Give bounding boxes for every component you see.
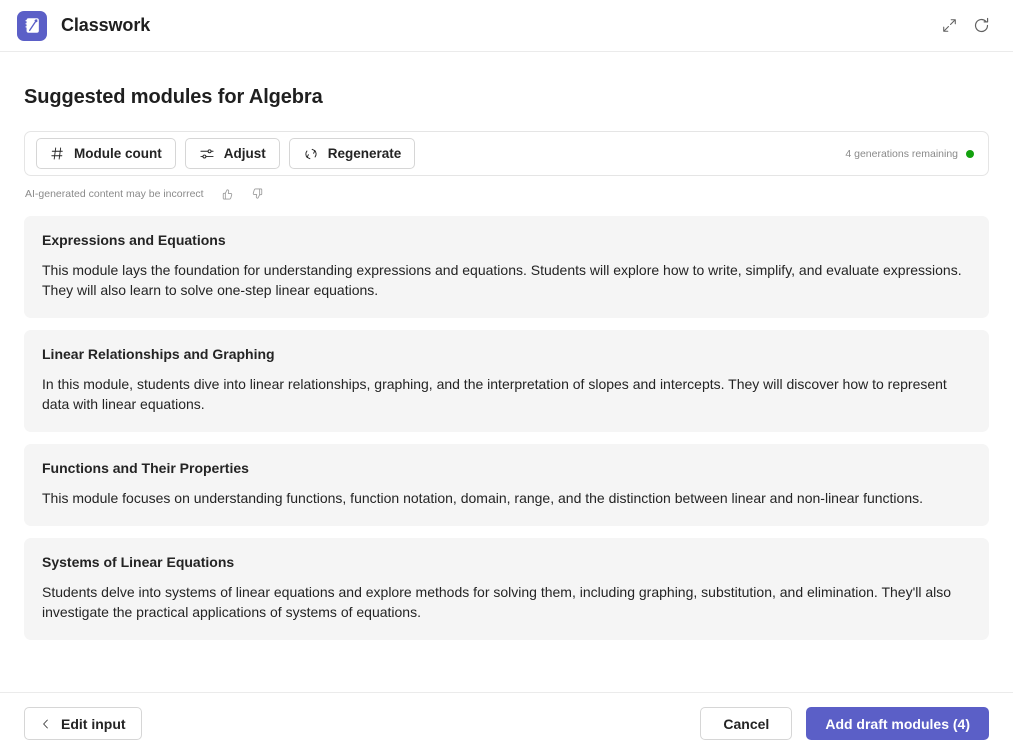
status-dot-icon: [966, 149, 974, 158]
module-count-label: Module count: [74, 146, 162, 161]
ai-disclaimer: AI-generated content may be incorrect: [24, 184, 989, 204]
module-card-title: Linear Relationships and Graphing: [42, 346, 275, 363]
module-card-title: Functions and Their Properties: [42, 460, 249, 477]
regenerate-button[interactable]: Regenerate: [288, 138, 416, 169]
dialog-footer: Edit input Cancel Add draft modules (4): [0, 692, 1013, 754]
number-sign-icon: [50, 146, 65, 161]
thumb-dislike-icon[interactable]: [247, 184, 267, 204]
toolbar-button-group: Module count Adjust Regenerate: [36, 138, 416, 169]
adjust-label: Adjust: [223, 146, 266, 161]
app-header: Classwork: [0, 0, 1013, 52]
generations-remaining-label: 4 generations remaining: [845, 147, 958, 160]
add-draft-modules-button[interactable]: Add draft modules (4): [806, 707, 989, 740]
module-card-description: This module focuses on understanding fun…: [42, 490, 924, 507]
module-card[interactable]: Linear Relationships and Graphing In thi…: [24, 330, 989, 433]
module-card[interactable]: Functions and Their Properties This modu…: [24, 444, 989, 527]
suggested-modules-list[interactable]: Expressions and Equations This module la…: [24, 216, 989, 692]
module-card[interactable]: Expressions and Equations This module la…: [24, 216, 989, 319]
adjust-button[interactable]: Adjust: [184, 138, 280, 169]
module-card-description: Students delve into systems of linear eq…: [42, 584, 952, 621]
module-card-description: This module lays the foundation for unde…: [42, 262, 962, 299]
ai-disclaimer-label: AI-generated content may be incorrect: [25, 188, 204, 200]
cancel-button[interactable]: Cancel: [700, 707, 793, 740]
page-title: Suggested modules for Algebra: [24, 86, 323, 108]
app-title: Classwork: [61, 15, 151, 35]
edit-input-label: Edit input: [61, 715, 126, 732]
sliders-icon: [199, 146, 215, 162]
regenerate-label: Regenerate: [327, 146, 402, 161]
expand-icon[interactable]: [933, 10, 965, 42]
module-card[interactable]: Systems of Linear Equations Students del…: [24, 538, 989, 641]
chevron-left-icon: [40, 718, 52, 730]
module-toolbar: Module count Adjust Regenerate 4 generat…: [24, 131, 989, 176]
thumb-like-icon[interactable]: [218, 184, 238, 204]
module-card-description: In this module, students dive into linea…: [42, 376, 947, 413]
classwork-suggested-modules-dialog: Classwork Suggested modules for Algebra: [0, 0, 1013, 754]
module-card-title: Expressions and Equations: [42, 232, 226, 248]
dialog-body: Suggested modules for Algebra Module cou…: [0, 52, 1013, 692]
module-count-button[interactable]: Module count: [36, 138, 176, 169]
refresh-icon[interactable]: [965, 10, 997, 42]
classwork-app-icon: [17, 10, 47, 41]
cancel-label: Cancel: [723, 715, 770, 732]
arrow-sync-icon: [303, 146, 319, 162]
add-draft-modules-label: Add draft modules (4): [825, 715, 970, 732]
module-card-title: Systems of Linear Equations: [42, 554, 235, 571]
edit-input-button[interactable]: Edit input: [24, 707, 142, 740]
generations-remaining: 4 generations remaining: [845, 148, 977, 160]
